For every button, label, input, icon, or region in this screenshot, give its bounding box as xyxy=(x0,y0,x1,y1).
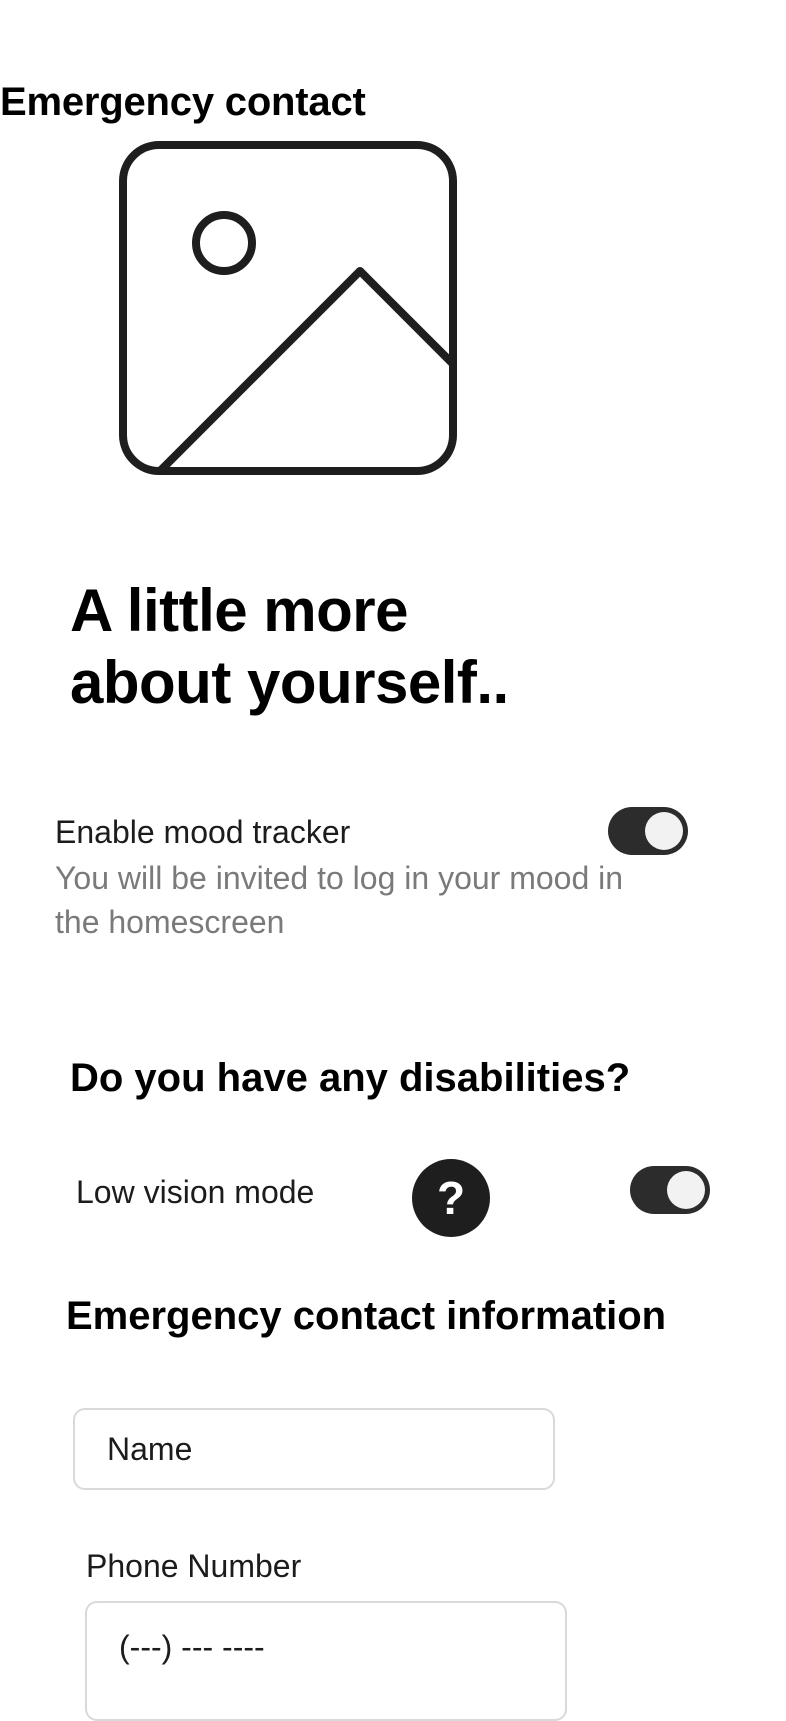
mood-tracker-label: Enable mood tracker xyxy=(55,814,351,850)
headline-line-2: about yourself.. xyxy=(70,649,509,716)
toggle-knob xyxy=(667,1171,705,1209)
question-mark-icon: ? xyxy=(436,1172,466,1224)
phone-number-input[interactable]: (---) --- ---- xyxy=(85,1601,567,1721)
low-vision-toggle[interactable] xyxy=(630,1166,710,1214)
toggle-knob xyxy=(645,812,683,850)
phone-number-label: Phone Number xyxy=(86,1548,302,1584)
image-placeholder-icon xyxy=(119,141,457,475)
low-vision-label: Low vision mode xyxy=(76,1174,315,1210)
mood-tracker-description: You will be invited to log in your mood … xyxy=(55,860,624,940)
emergency-contact-heading: Emergency contact information xyxy=(66,1294,667,1338)
name-input[interactable]: Name xyxy=(73,1408,555,1490)
help-button[interactable]: ? xyxy=(412,1159,490,1237)
mood-tracker-toggle[interactable] xyxy=(608,807,688,855)
frame-title: Emergency contact xyxy=(0,80,366,124)
headline-line-1: A little more xyxy=(70,577,409,644)
page-headline: A little more about yourself.. xyxy=(70,575,630,719)
disabilities-heading: Do you have any disabilities? xyxy=(70,1056,631,1100)
